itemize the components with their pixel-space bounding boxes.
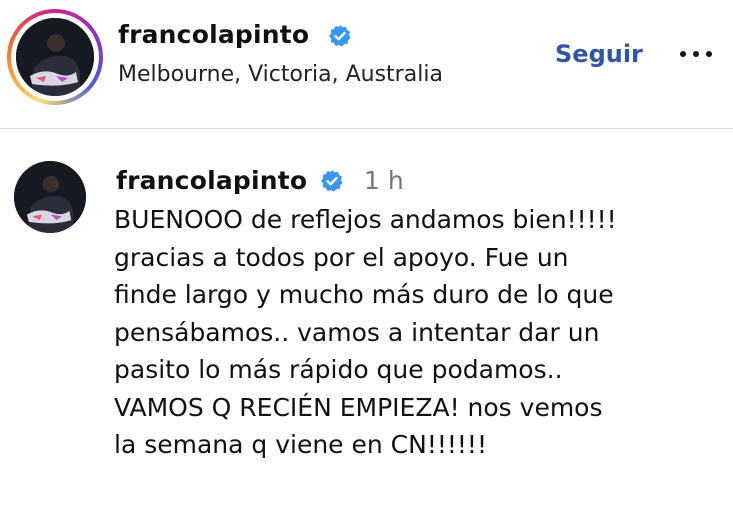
avatar-photo-icon xyxy=(16,18,94,96)
comment-username[interactable]: francolapinto xyxy=(116,166,307,195)
caption-line: finde largo y mucho más duro de lo que xyxy=(114,280,614,309)
post-caption: BUENOOO de reflejos andamos bien!!!!! gr… xyxy=(114,201,724,464)
follow-button[interactable]: Seguir xyxy=(555,40,643,68)
caption-line: gracias a todos por el apoyo. Fue un xyxy=(114,242,569,272)
comment-avatar[interactable] xyxy=(14,161,86,233)
avatar-photo-icon xyxy=(14,161,86,233)
header-username[interactable]: francolapinto xyxy=(118,20,309,49)
comment-timestamp[interactable]: 1 h xyxy=(364,166,404,195)
verified-badge-icon xyxy=(329,25,351,47)
verified-badge-icon xyxy=(321,170,343,192)
post-header: francolapinto Melbourne, Victoria, Austr… xyxy=(0,0,733,128)
caption-line: VAMOS Q RECIÉN EMPIEZA! nos vemos xyxy=(114,392,603,422)
profile-avatar[interactable] xyxy=(16,18,94,96)
caption-line: BUENOOO de reflejos andamos bien!!!!! xyxy=(114,205,617,234)
caption-line: la semana q viene en CN!!!!!! xyxy=(114,430,487,459)
caption-line: pasito lo más rápido que podamos.. xyxy=(114,355,563,384)
caption-line: pensábamos.. vamos a intentar dar un xyxy=(114,317,600,347)
post-location[interactable]: Melbourne, Victoria, Australia xyxy=(118,62,443,87)
header-divider xyxy=(0,128,733,129)
more-options-icon[interactable] xyxy=(678,44,718,64)
